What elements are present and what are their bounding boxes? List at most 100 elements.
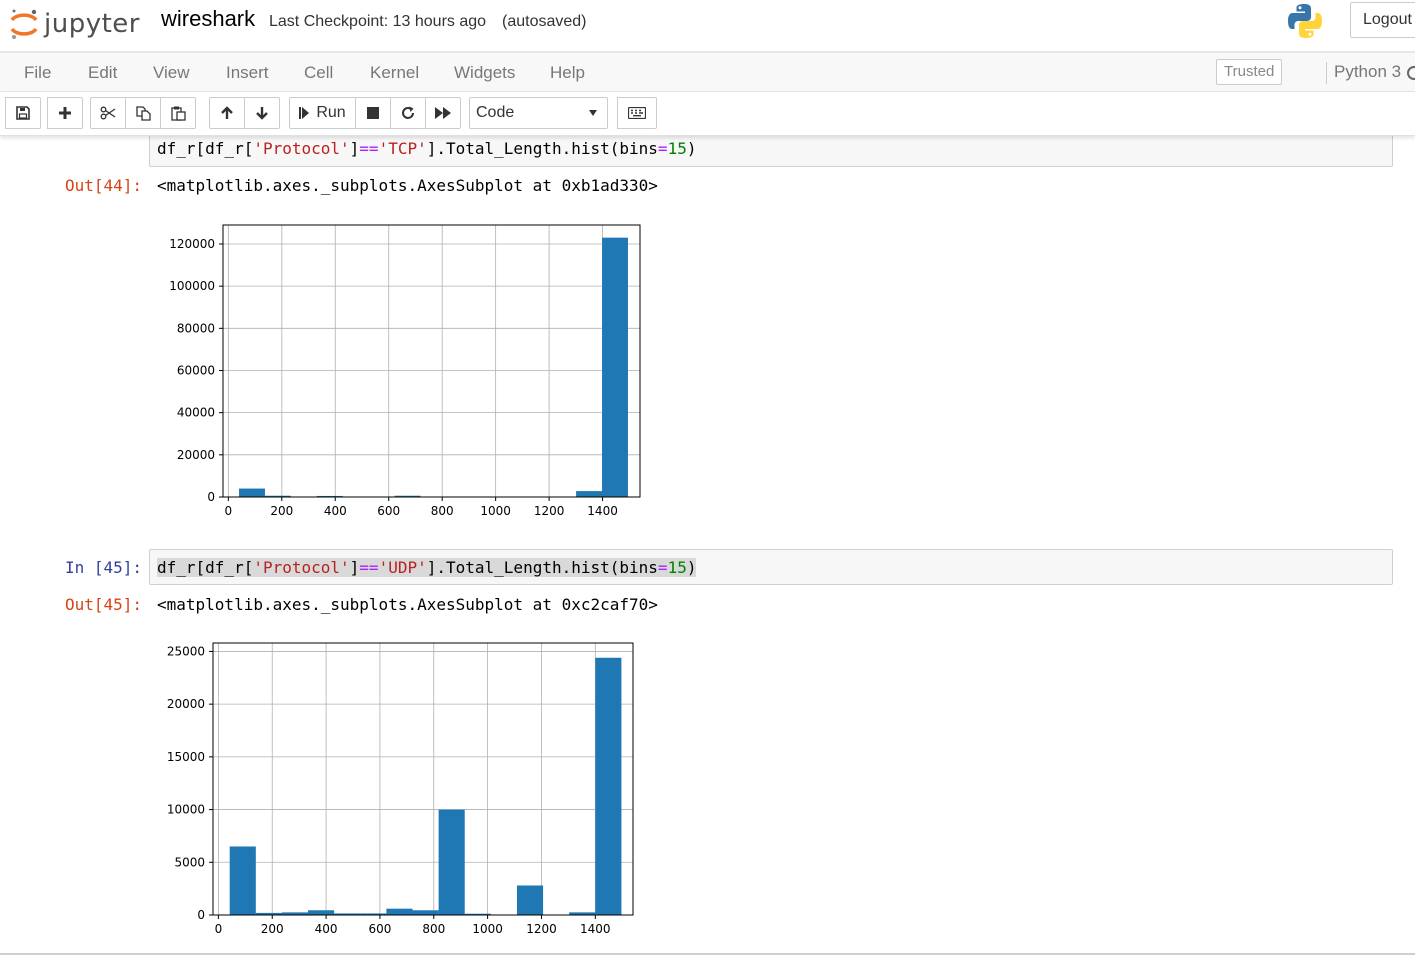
menu-widgets[interactable]: Widgets [454, 63, 515, 83]
histogram-bar [386, 908, 413, 915]
menubar: File Edit View Insert Cell Kernel Widget… [0, 52, 1415, 92]
paste-icon [170, 106, 186, 121]
fast-forward-icon [435, 107, 451, 119]
copy-button[interactable] [125, 97, 161, 129]
tcp-histogram: 0 200 400 600 800 1000 1200 1400 0 20000 40000 6000… [169, 224, 641, 518]
save-button[interactable] [5, 97, 41, 129]
arrow-up-icon [221, 106, 233, 119]
y-tick-label: 10000 [167, 803, 205, 817]
step-forward-icon [299, 107, 310, 119]
move-up-button[interactable] [209, 97, 245, 129]
interrupt-button[interactable] [355, 97, 391, 129]
jupyter-logo[interactable]: jupyter [8, 4, 140, 44]
y-tick-label: 5000 [174, 855, 205, 869]
histogram-bar [595, 657, 622, 915]
command-palette-button[interactable] [617, 97, 657, 129]
x-tick-label: 600 [377, 504, 400, 518]
menu-insert[interactable]: Insert [226, 63, 269, 83]
x-tick-label: 400 [315, 922, 338, 936]
copy-icon [135, 105, 151, 121]
menu-file[interactable]: File [24, 63, 51, 83]
menu-edit[interactable]: Edit [88, 63, 117, 83]
output-text: <matplotlib.axes._subplots.AxesSubplot a… [157, 595, 658, 614]
kernel-idle-icon [1407, 66, 1415, 80]
menu-kernel[interactable]: Kernel [370, 63, 419, 83]
y-tick-label: 120000 [169, 237, 215, 251]
stop-icon [367, 107, 379, 119]
histogram-bar [239, 488, 265, 497]
menu-view[interactable]: View [153, 63, 190, 83]
histogram-bar [308, 910, 335, 915]
restart-icon [402, 106, 414, 119]
y-tick-label: 20000 [177, 448, 215, 462]
cut-button[interactable] [90, 97, 126, 129]
trusted-indicator[interactable]: Trusted [1216, 59, 1283, 85]
histogram-bar [516, 885, 544, 915]
y-tick-label: 20000 [167, 697, 205, 711]
output-text: <matplotlib.axes._subplots.AxesSubplot a… [157, 176, 658, 195]
x-tick-label: 1200 [534, 504, 565, 518]
x-tick-label: 200 [261, 922, 284, 936]
notebook-header: jupyter wireshark Last Checkpoint: 13 ho… [0, 0, 1415, 52]
menu-help[interactable]: Help [550, 63, 585, 83]
udp-histogram: 0 200 400 600 800 1000 1200 1400 0 5000 10000 15000… [167, 642, 634, 936]
output-prompt: Out[45]: [64, 595, 142, 614]
page-bottom-divider [0, 953, 1415, 955]
move-down-button[interactable] [244, 97, 280, 129]
y-tick-label: 25000 [167, 644, 205, 658]
checkpoint-status: Last Checkpoint: 13 hours ago [269, 13, 487, 30]
logout-button[interactable]: Logout [1350, 2, 1415, 38]
output-prompt: Out[44]: [64, 176, 142, 195]
restart-button[interactable] [390, 97, 426, 129]
insert-cell-button[interactable] [47, 97, 83, 129]
x-tick-label: 200 [270, 504, 293, 518]
run-button[interactable]: Run [289, 97, 356, 129]
x-tick-label: 600 [368, 922, 391, 936]
notebook-area: df_r[df_r['Protocol']=='TCP'].Total_Leng… [0, 136, 1415, 957]
code-line: df_r[df_r['Protocol']=='TCP'].Total_Leng… [157, 139, 697, 158]
run-button-label: Run [316, 104, 346, 121]
x-tick-label: 1000 [472, 922, 503, 936]
arrow-down-icon [256, 107, 268, 120]
x-tick-label: 0 [225, 504, 233, 518]
plot-frame [212, 642, 634, 916]
code-cell-input[interactable]: df_r[df_r['Protocol']=='TCP'].Total_Leng… [149, 136, 1393, 167]
x-tick-label: 0 [215, 922, 223, 936]
jupyter-logo-text: jupyter [44, 9, 140, 39]
histogram-bar [412, 910, 439, 915]
python-logo-icon [1288, 4, 1322, 38]
plus-icon [59, 107, 71, 119]
paste-button[interactable] [160, 97, 196, 129]
keyboard-icon [628, 107, 646, 119]
x-tick-label: 1400 [587, 504, 618, 518]
save-icon [16, 106, 30, 120]
caret-down-icon [589, 110, 597, 116]
scissors-icon [100, 106, 116, 120]
restart-run-all-button[interactable] [425, 97, 461, 129]
cell-type-value: Code [476, 104, 515, 121]
code-cell-input[interactable]: df_r[df_r['Protocol']=='UDP'].Total_Leng… [149, 549, 1393, 585]
histogram-bar [229, 846, 256, 915]
autosave-status: (autosaved) [502, 13, 587, 30]
histogram-bar [602, 237, 628, 497]
notebook-name[interactable]: wireshark [161, 6, 255, 32]
input-prompt: In [45]: [64, 558, 142, 577]
x-tick-label: 800 [431, 504, 454, 518]
y-tick-label: 40000 [177, 406, 215, 420]
histogram-bar [438, 809, 465, 915]
histogram-bar [576, 491, 603, 497]
toolbar: Run Code [0, 92, 1415, 136]
menu-cell[interactable]: Cell [304, 63, 333, 83]
y-tick-label: 0 [207, 490, 215, 504]
x-tick-label: 1200 [526, 922, 557, 936]
kernel-name: Python 3 [1326, 62, 1401, 84]
y-tick-label: 60000 [177, 363, 215, 377]
y-tick-label: 15000 [167, 750, 205, 764]
cell-type-select[interactable]: Code [469, 97, 608, 129]
y-tick-label: 80000 [177, 321, 215, 335]
x-tick-label: 1400 [580, 922, 611, 936]
x-tick-label: 1000 [480, 504, 511, 518]
x-tick-label: 800 [422, 922, 445, 936]
x-tick-label: 400 [324, 504, 347, 518]
plot-frame [222, 224, 641, 498]
